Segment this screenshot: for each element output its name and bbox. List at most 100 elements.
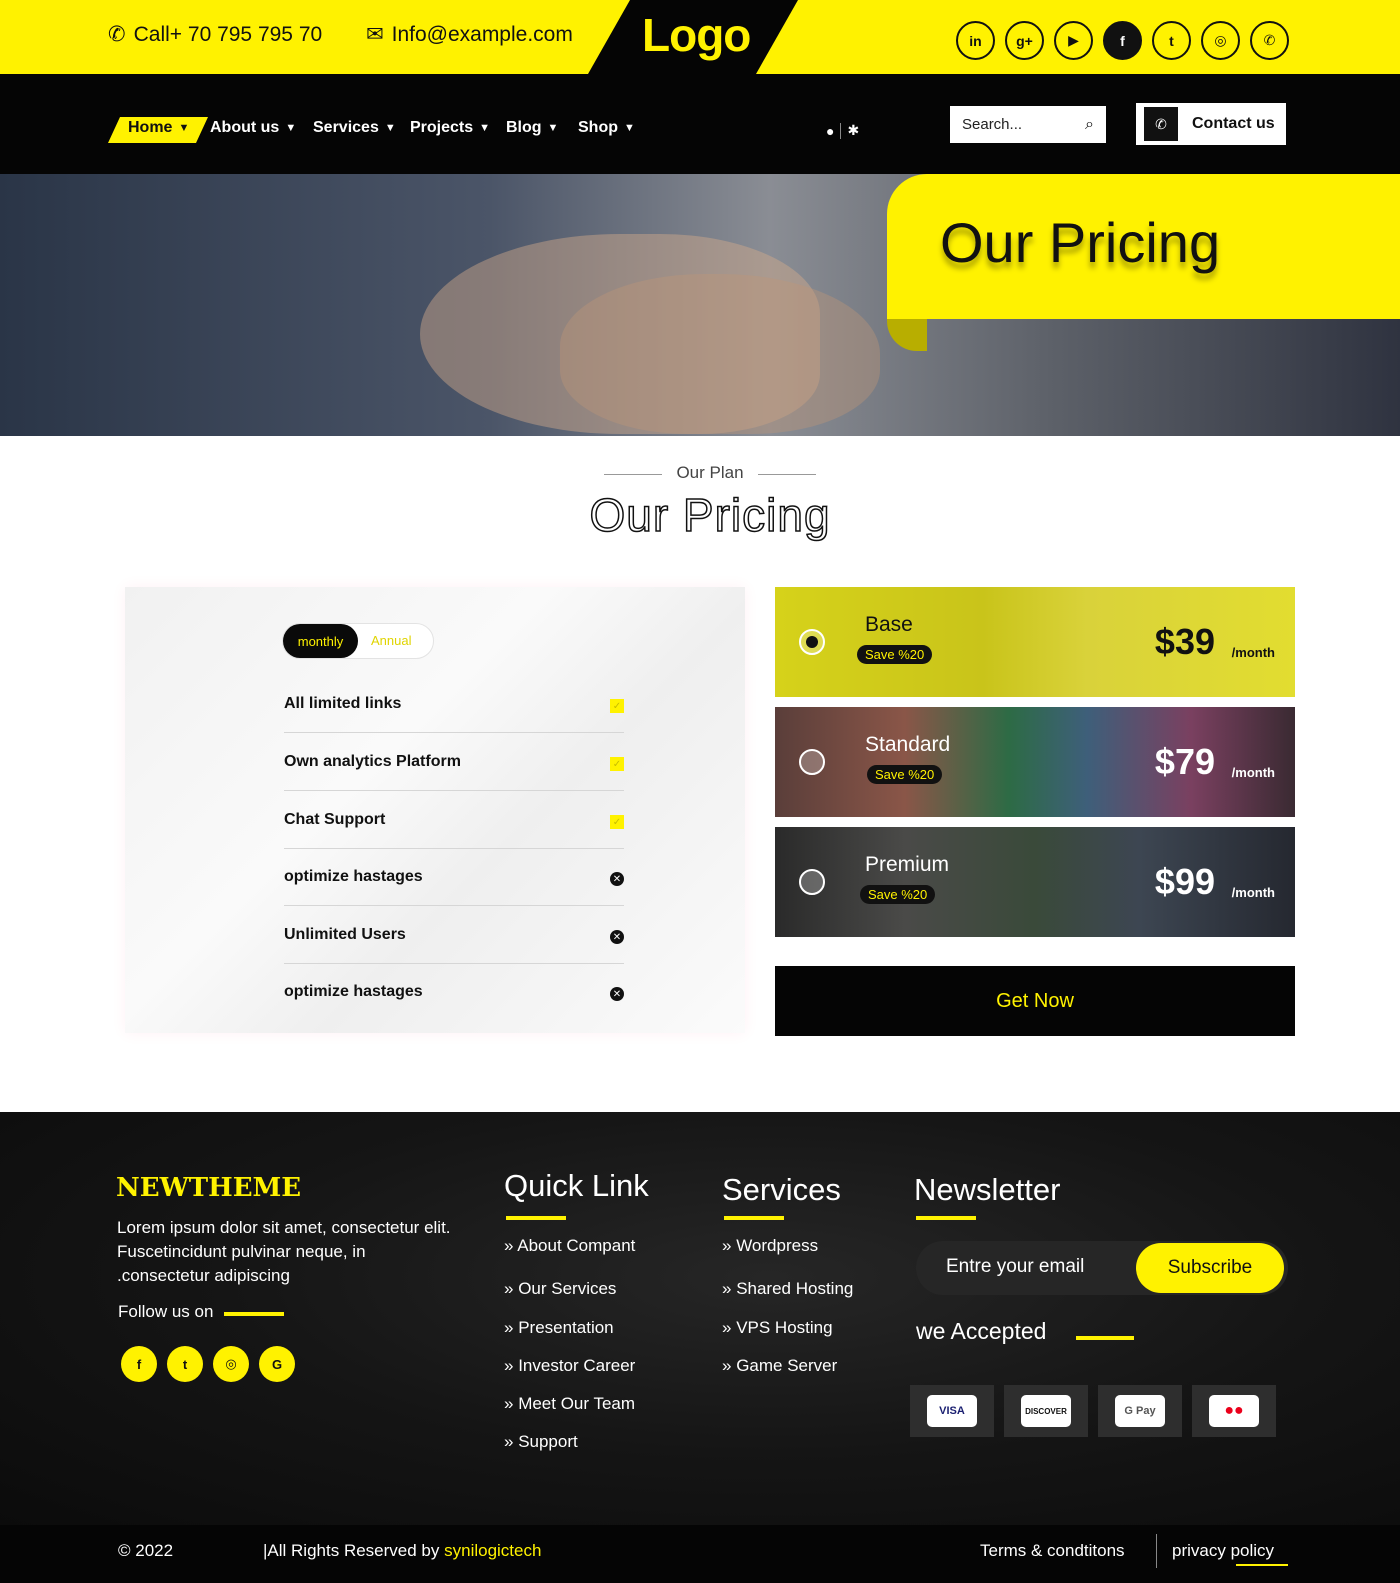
twitter-icon[interactable]: t bbox=[167, 1346, 203, 1382]
subscribe-button[interactable]: Subscribe bbox=[1136, 1243, 1284, 1293]
nav-item-services[interactable]: Services ▼ bbox=[313, 119, 396, 137]
nav-label: Services bbox=[313, 119, 379, 136]
toggle-annual[interactable]: Annual bbox=[371, 633, 411, 648]
check-icon: ✓ bbox=[610, 815, 624, 829]
footer-link-label: Presentation bbox=[518, 1318, 614, 1337]
user-icon[interactable]: ● bbox=[826, 123, 834, 139]
whatsapp-icon[interactable]: ✆ bbox=[1250, 21, 1289, 60]
plan-radio[interactable] bbox=[799, 869, 825, 895]
instagram-icon[interactable]: ◎ bbox=[1201, 21, 1240, 60]
mastercard-icon: ●● bbox=[1209, 1395, 1259, 1427]
footer-link-label: About Compant bbox=[517, 1236, 636, 1255]
site-logo[interactable]: Logo bbox=[642, 8, 751, 62]
cross-icon: ✕ bbox=[610, 930, 624, 944]
gear-icon[interactable]: ✱ bbox=[847, 122, 859, 139]
plan-card-base[interactable]: Base Save %20 $39 /month bbox=[775, 587, 1295, 697]
email-address: Info@example.com bbox=[391, 22, 573, 46]
toggle-monthly[interactable]: monthly bbox=[283, 624, 358, 658]
footer-link[interactable]: » Meet Our Team bbox=[504, 1394, 635, 1414]
copyright: © 2022 bbox=[118, 1541, 174, 1560]
follow-us-label: Follow us on bbox=[118, 1302, 214, 1321]
title-underline bbox=[506, 1216, 566, 1220]
instagram-icon[interactable]: ◎ bbox=[213, 1346, 249, 1382]
feature-row: Chat Support ✓ bbox=[284, 791, 624, 849]
phone-contact[interactable]: ✆ Call+ 70 795 795 70 bbox=[108, 22, 322, 47]
footer-link[interactable]: » VPS Hosting bbox=[722, 1318, 833, 1338]
main-navigation: Home ▼ About us ▼ Services ▼ Projects ▼ Blog… bbox=[0, 74, 1400, 174]
footer-link[interactable]: » Our Services bbox=[504, 1279, 616, 1299]
billing-toggle[interactable]: monthly Annual bbox=[282, 623, 434, 659]
footer-link[interactable]: » About Compant bbox=[504, 1236, 635, 1256]
google-pay-icon: G Pay bbox=[1115, 1395, 1165, 1427]
feature-label: optimize hastages bbox=[284, 868, 423, 885]
contact-us-button[interactable]: ✆ Contact us bbox=[1136, 103, 1286, 145]
plan-card-premium[interactable]: Premium Save %20 $99 /month bbox=[775, 827, 1295, 937]
search-icon[interactable]: ⌕ bbox=[1085, 116, 1094, 134]
footer-link[interactable]: » Wordpress bbox=[722, 1236, 818, 1256]
facebook-icon[interactable]: f bbox=[1103, 21, 1142, 60]
plan-card-standard[interactable]: Standard Save %20 $79 /month bbox=[775, 707, 1295, 817]
footer-link-label: Meet Our Team bbox=[518, 1394, 636, 1413]
linkedin-icon[interactable]: in bbox=[956, 21, 995, 60]
google-plus-icon[interactable]: g+ bbox=[1005, 21, 1044, 60]
nav-item-projects[interactable]: Projects ▼ bbox=[410, 119, 490, 137]
nav-item-home[interactable]: Home ▼ bbox=[128, 119, 189, 137]
check-icon: ✓ bbox=[610, 757, 624, 771]
youtube-icon[interactable]: ▶ bbox=[1054, 21, 1093, 60]
save-badge: Save %20 bbox=[867, 765, 943, 784]
save-badge: Save %20 bbox=[857, 645, 933, 664]
email-field[interactable]: Entre your email bbox=[946, 1256, 1084, 1278]
plan-period: /month bbox=[1231, 645, 1275, 660]
footer-brand: NEWTHEME bbox=[116, 1173, 302, 1203]
privacy-underline bbox=[1236, 1564, 1288, 1566]
nav-item-about[interactable]: About us ▼ bbox=[210, 119, 296, 137]
plan-name: Premium bbox=[865, 853, 950, 876]
section-subtitle: Our Plan bbox=[600, 463, 820, 483]
footer-link-label: Investor Career bbox=[518, 1356, 636, 1375]
plan-radio[interactable] bbox=[799, 629, 825, 655]
email-contact[interactable]: ✉ Info@example.com bbox=[366, 22, 573, 47]
divider bbox=[840, 122, 842, 139]
feature-label: Chat Support bbox=[284, 811, 386, 828]
services-title: Services bbox=[722, 1172, 841, 1207]
follow-underline bbox=[224, 1312, 284, 1316]
plan-period: /month bbox=[1231, 765, 1275, 780]
phone-icon: ✆ bbox=[1144, 107, 1178, 141]
footer-link[interactable]: » Support bbox=[504, 1432, 578, 1452]
nav-label: Projects bbox=[410, 119, 474, 136]
footer-link[interactable]: » Shared Hosting bbox=[722, 1279, 853, 1299]
twitter-icon[interactable]: t bbox=[1152, 21, 1191, 60]
footer-social-links: f t ◎ G bbox=[121, 1346, 295, 1382]
google-icon[interactable]: G bbox=[259, 1346, 295, 1382]
check-icon: ✓ bbox=[610, 699, 624, 713]
chevron-down-icon: ▼ bbox=[547, 122, 559, 134]
feature-label: optimize hastages bbox=[284, 983, 423, 1000]
chevron-down-icon: ▼ bbox=[479, 122, 491, 134]
footer-link[interactable]: » Game Server bbox=[722, 1356, 837, 1376]
feature-row: optimize hastages ✕ bbox=[284, 848, 624, 906]
footer-link[interactable]: » Presentation bbox=[504, 1318, 614, 1338]
search-input[interactable]: Search... ⌕ bbox=[950, 106, 1106, 143]
nav-label: Blog bbox=[506, 119, 542, 136]
nav-item-shop[interactable]: Shop ▼ bbox=[578, 119, 635, 137]
plan-price: $39 bbox=[1154, 621, 1215, 662]
footer-link-label: Game Server bbox=[736, 1356, 838, 1375]
feature-label: All limited links bbox=[284, 695, 402, 712]
plan-period: /month bbox=[1231, 885, 1275, 900]
nav-item-blog[interactable]: Blog ▼ bbox=[506, 119, 558, 137]
privacy-link[interactable]: privacy policy bbox=[1172, 1541, 1274, 1561]
cross-icon: ✕ bbox=[610, 987, 624, 1001]
terms-link[interactable]: Terms & condtitons bbox=[980, 1541, 1125, 1561]
save-badge: Save %20 bbox=[860, 885, 936, 904]
envelope-icon: ✉ bbox=[366, 23, 384, 46]
visa-card: VISA bbox=[910, 1385, 994, 1437]
top-social-links: in g+ ▶ f t ◎ ✆ bbox=[956, 21, 1289, 60]
company-link[interactable]: synilogictech bbox=[444, 1541, 541, 1560]
nav-label: Home bbox=[128, 119, 173, 136]
chevron-down-icon: ▼ bbox=[624, 122, 635, 134]
discover-icon: DISCOVER bbox=[1021, 1395, 1071, 1427]
footer-link[interactable]: » Investor Career bbox=[504, 1356, 635, 1376]
get-now-button[interactable]: Get Now bbox=[775, 966, 1295, 1036]
facebook-icon[interactable]: f bbox=[121, 1346, 157, 1382]
plan-radio[interactable] bbox=[799, 749, 825, 775]
